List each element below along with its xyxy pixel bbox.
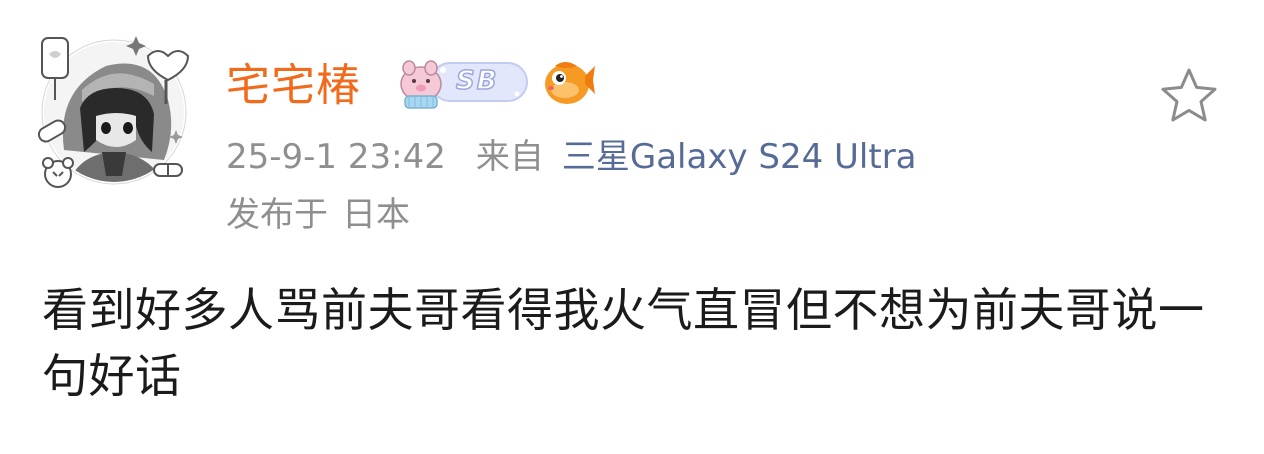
location-label: 发布于: [226, 195, 328, 235]
avatar[interactable]: [36, 30, 192, 190]
member-badge-label: SB: [455, 65, 499, 97]
favorite-button[interactable]: [1158, 66, 1220, 124]
location-value: 日本: [342, 195, 410, 235]
anime-avatar-icon: [37, 36, 190, 188]
post-location: 发布于 日本: [226, 192, 410, 238]
post-body-text: 看到好多人骂前夫哥看得我火气直冒但不想为前夫哥说一句好话: [42, 283, 1205, 403]
weibo-post: 宅宅椿 SB 25-9-1 23:42 来自 三星Galaxy S24 Ultr…: [0, 0, 1264, 454]
source-label: 来自: [475, 137, 544, 177]
post-time: 25-9-1 23:42: [226, 137, 446, 177]
goldfish-badge-icon[interactable]: [541, 56, 595, 108]
post-meta: 25-9-1 23:42 来自 三星Galaxy S24 Ultra: [226, 134, 917, 180]
username[interactable]: 宅宅椿: [226, 56, 361, 116]
star-icon: [1161, 68, 1217, 122]
device-link[interactable]: 三星Galaxy S24 Ultra: [562, 137, 917, 177]
